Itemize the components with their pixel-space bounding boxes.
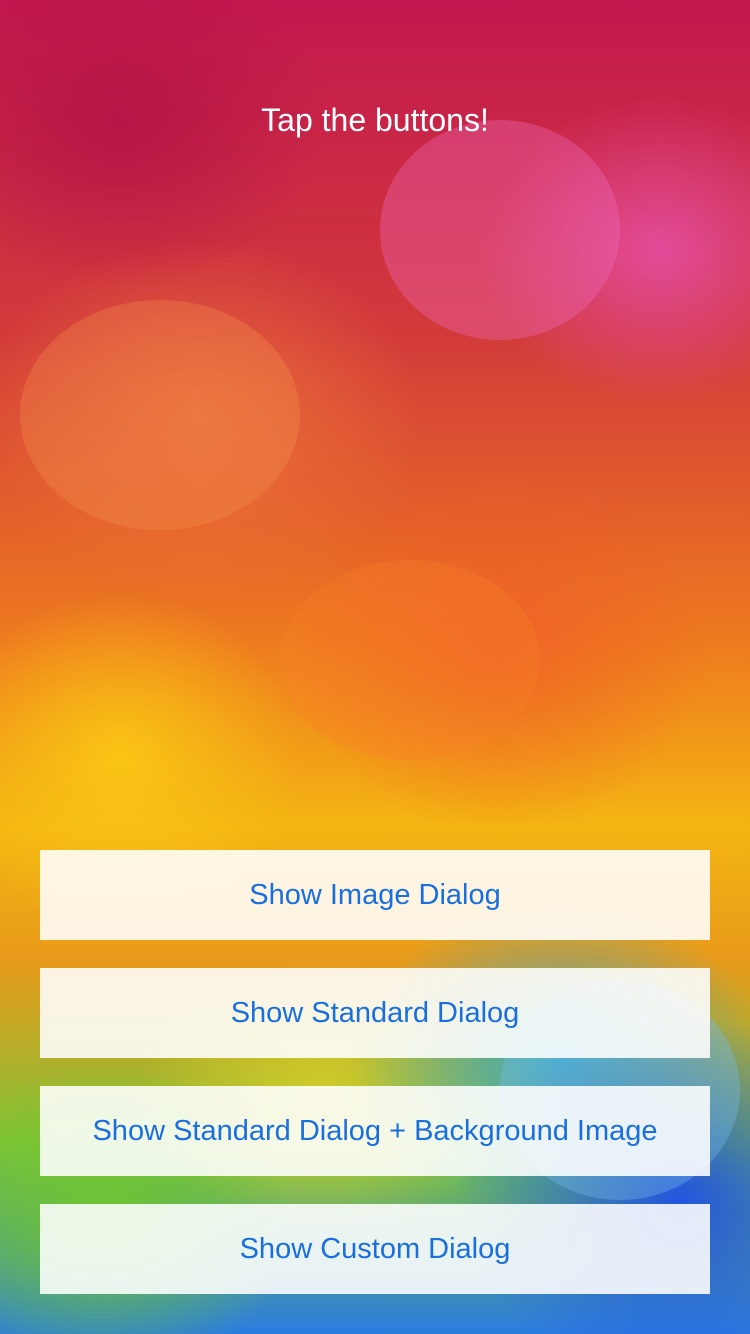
watercolor-blob: [280, 560, 540, 760]
show-standard-dialog-background-image-button[interactable]: Show Standard Dialog + Background Image: [40, 1086, 710, 1176]
page-title: Tap the buttons!: [261, 102, 489, 138]
show-custom-dialog-button[interactable]: Show Custom Dialog: [40, 1204, 710, 1294]
watercolor-blob: [20, 300, 300, 530]
show-standard-dialog-button[interactable]: Show Standard Dialog: [40, 968, 710, 1058]
watercolor-blob: [380, 120, 620, 340]
show-image-dialog-button[interactable]: Show Image Dialog: [40, 850, 710, 940]
